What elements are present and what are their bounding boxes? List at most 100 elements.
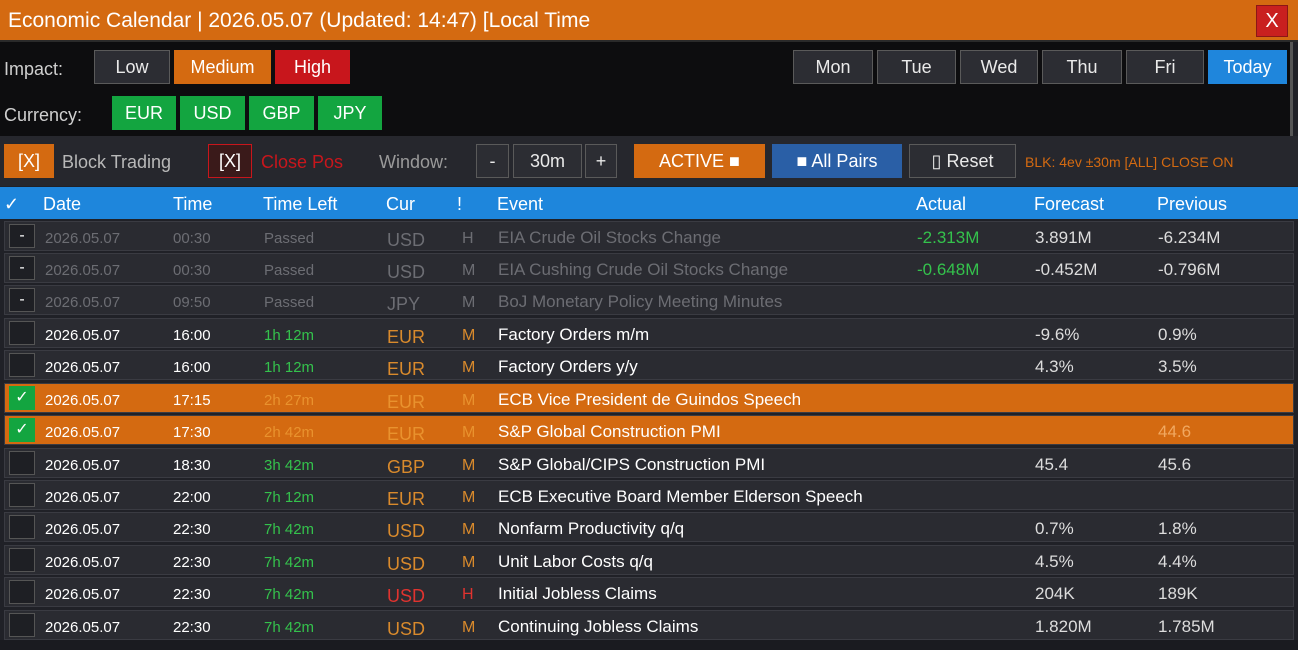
- table-row[interactable]: 2026.05.07 22:30 7h 42m USD M Continuing Jobl…: [4, 610, 1294, 640]
- row-checkbox[interactable]: ✓: [9, 418, 35, 442]
- row-impact: M: [462, 457, 476, 474]
- table-row[interactable]: ✓ 2026.05.07 17:15 2h 27m EUR M ECB Vice Presi…: [4, 383, 1294, 413]
- row-time-left: 2h 42m: [264, 424, 315, 441]
- col-time-left-header[interactable]: Time Left: [263, 194, 337, 215]
- row-forecast: 4.5%: [1035, 552, 1074, 571]
- row-currency: USD: [387, 521, 426, 541]
- table-row[interactable]: 2026.05.07 18:30 3h 42m GBP M S&P Global/CIPS…: [4, 448, 1294, 478]
- row-forecast: 3.891M: [1035, 228, 1092, 247]
- row-impact: H: [462, 230, 474, 247]
- row-time-left: 7h 42m: [264, 554, 315, 571]
- table-row[interactable]: 2026.05.07 22:30 7h 42m USD M Nonfarm Product…: [4, 512, 1294, 542]
- row-time: 00:30: [173, 262, 211, 279]
- row-checkbox[interactable]: -: [9, 256, 35, 280]
- window-plus-button[interactable]: +: [585, 144, 617, 178]
- table-row[interactable]: ✓ 2026.05.07 17:30 2h 42m EUR M S&P Global Con…: [4, 415, 1294, 445]
- row-date: 2026.05.07: [45, 262, 121, 279]
- window-title: Economic Calendar | 2026.05.07 (Updated:…: [8, 9, 591, 32]
- row-checkbox[interactable]: [9, 613, 35, 637]
- window-value[interactable]: 30m: [513, 144, 582, 178]
- row-impact: M: [462, 359, 476, 376]
- table-row[interactable]: -2026.05.07 00:30 Passed USD M EIA Cushing Cr…: [4, 253, 1294, 283]
- col-date-header[interactable]: Date: [43, 194, 81, 215]
- table-row[interactable]: -2026.05.07 09:50 Passed JPY M BoJ Monetary P…: [4, 285, 1294, 315]
- col-time-header[interactable]: Time: [173, 194, 212, 215]
- table-row[interactable]: 2026.05.07 22:30 7h 42m USD M Unit Labor Cost…: [4, 545, 1294, 575]
- row-previous: 45.6: [1158, 455, 1192, 474]
- row-checkbox[interactable]: -: [9, 224, 35, 248]
- block-trading-checkbox[interactable]: [X]: [4, 144, 54, 178]
- row-checkbox[interactable]: [9, 353, 35, 377]
- table-row[interactable]: 2026.05.07 16:00 1h 12m EUR M Factory Orders …: [4, 350, 1294, 380]
- row-impact: M: [462, 619, 476, 636]
- day-tue-button[interactable]: Tue: [877, 50, 956, 84]
- row-previous: 4.4%: [1158, 552, 1197, 571]
- col-event-header[interactable]: Event: [497, 194, 543, 215]
- row-currency: EUR: [387, 392, 426, 412]
- close-pos-checkbox[interactable]: [X]: [208, 144, 252, 178]
- col-actual-header[interactable]: Actual: [916, 194, 966, 215]
- day-wed-button[interactable]: Wed: [960, 50, 1038, 84]
- row-event: Factory Orders y/y: [498, 357, 638, 376]
- row-time-left: 7h 42m: [264, 521, 315, 538]
- row-event: BoJ Monetary Policy Meeting Minutes: [498, 292, 783, 311]
- row-previous: 44.6: [1158, 422, 1192, 441]
- row-time: 22:30: [173, 619, 211, 636]
- row-checkbox[interactable]: [9, 580, 35, 604]
- table-row[interactable]: -2026.05.07 00:30 Passed USD H EIA Crude Oil …: [4, 221, 1294, 251]
- row-previous: 0.9%: [1158, 325, 1197, 344]
- row-checkbox[interactable]: [9, 451, 35, 475]
- row-currency: EUR: [387, 359, 426, 379]
- row-checkbox[interactable]: [9, 321, 35, 345]
- row-event: Nonfarm Productivity q/q: [498, 519, 685, 538]
- window-minus-button[interactable]: -: [476, 144, 509, 178]
- row-event: Initial Jobless Claims: [498, 584, 657, 603]
- row-currency: JPY: [387, 294, 421, 314]
- row-actual: -0.648M: [917, 260, 980, 279]
- row-impact: M: [462, 521, 476, 538]
- row-checkbox[interactable]: [9, 548, 35, 572]
- day-fri-button[interactable]: Fri: [1126, 50, 1204, 84]
- row-impact: M: [462, 262, 476, 279]
- col-impact-header[interactable]: !: [457, 194, 462, 215]
- row-checkbox[interactable]: -: [9, 288, 35, 312]
- row-date: 2026.05.07: [45, 457, 121, 474]
- col-cur-header[interactable]: Cur: [386, 194, 415, 215]
- row-previous: -0.796M: [1158, 260, 1221, 279]
- row-checkbox[interactable]: ✓: [9, 386, 35, 410]
- col-check-header: ✓: [4, 194, 20, 214]
- impact-medium-button[interactable]: Medium: [174, 50, 271, 84]
- row-currency: EUR: [387, 424, 426, 444]
- currency-gbp-button[interactable]: GBP: [249, 96, 314, 130]
- col-previous-header[interactable]: Previous: [1157, 194, 1227, 215]
- impact-high-button[interactable]: High: [275, 50, 350, 84]
- row-time-left: Passed: [264, 262, 315, 279]
- day-today-button[interactable]: Today: [1208, 50, 1287, 84]
- currency-usd-button[interactable]: USD: [180, 96, 245, 130]
- close-button[interactable]: X: [1256, 5, 1288, 37]
- row-event: Unit Labor Costs q/q: [498, 552, 653, 571]
- row-time-left: 1h 12m: [264, 327, 315, 344]
- currency-eur-button[interactable]: EUR: [112, 96, 176, 130]
- day-mon-button[interactable]: Mon: [793, 50, 873, 84]
- currency-jpy-button[interactable]: JPY: [318, 96, 382, 130]
- table-row[interactable]: 2026.05.07 22:30 7h 42m USD H Initial Jobless…: [4, 577, 1294, 607]
- row-checkbox[interactable]: [9, 483, 35, 507]
- active-toggle-button[interactable]: ACTIVE ■: [634, 144, 765, 178]
- trading-toolbar: [X] Block Trading [X] Close Pos Window: …: [0, 136, 1298, 186]
- row-event: S&P Global/CIPS Construction PMI: [498, 455, 766, 474]
- row-forecast: 204K: [1035, 584, 1075, 603]
- table-row[interactable]: 2026.05.07 16:00 1h 12m EUR M Factory Orders …: [4, 318, 1294, 348]
- row-checkbox[interactable]: [9, 515, 35, 539]
- window-label: Window:: [379, 152, 449, 172]
- impact-low-button[interactable]: Low: [94, 50, 170, 84]
- all-pairs-button[interactable]: ■ All Pairs: [772, 144, 902, 178]
- row-time: 22:30: [173, 554, 211, 571]
- row-date: 2026.05.07: [45, 619, 121, 636]
- table-row[interactable]: 2026.05.07 22:00 7h 12m EUR M ECB Executive B…: [4, 480, 1294, 510]
- row-event: ECB Executive Board Member Elderson Spee…: [498, 487, 863, 506]
- col-forecast-header[interactable]: Forecast: [1034, 194, 1104, 215]
- reset-button[interactable]: ▯ Reset: [909, 144, 1016, 178]
- day-thu-button[interactable]: Thu: [1042, 50, 1122, 84]
- row-currency: USD: [387, 619, 426, 639]
